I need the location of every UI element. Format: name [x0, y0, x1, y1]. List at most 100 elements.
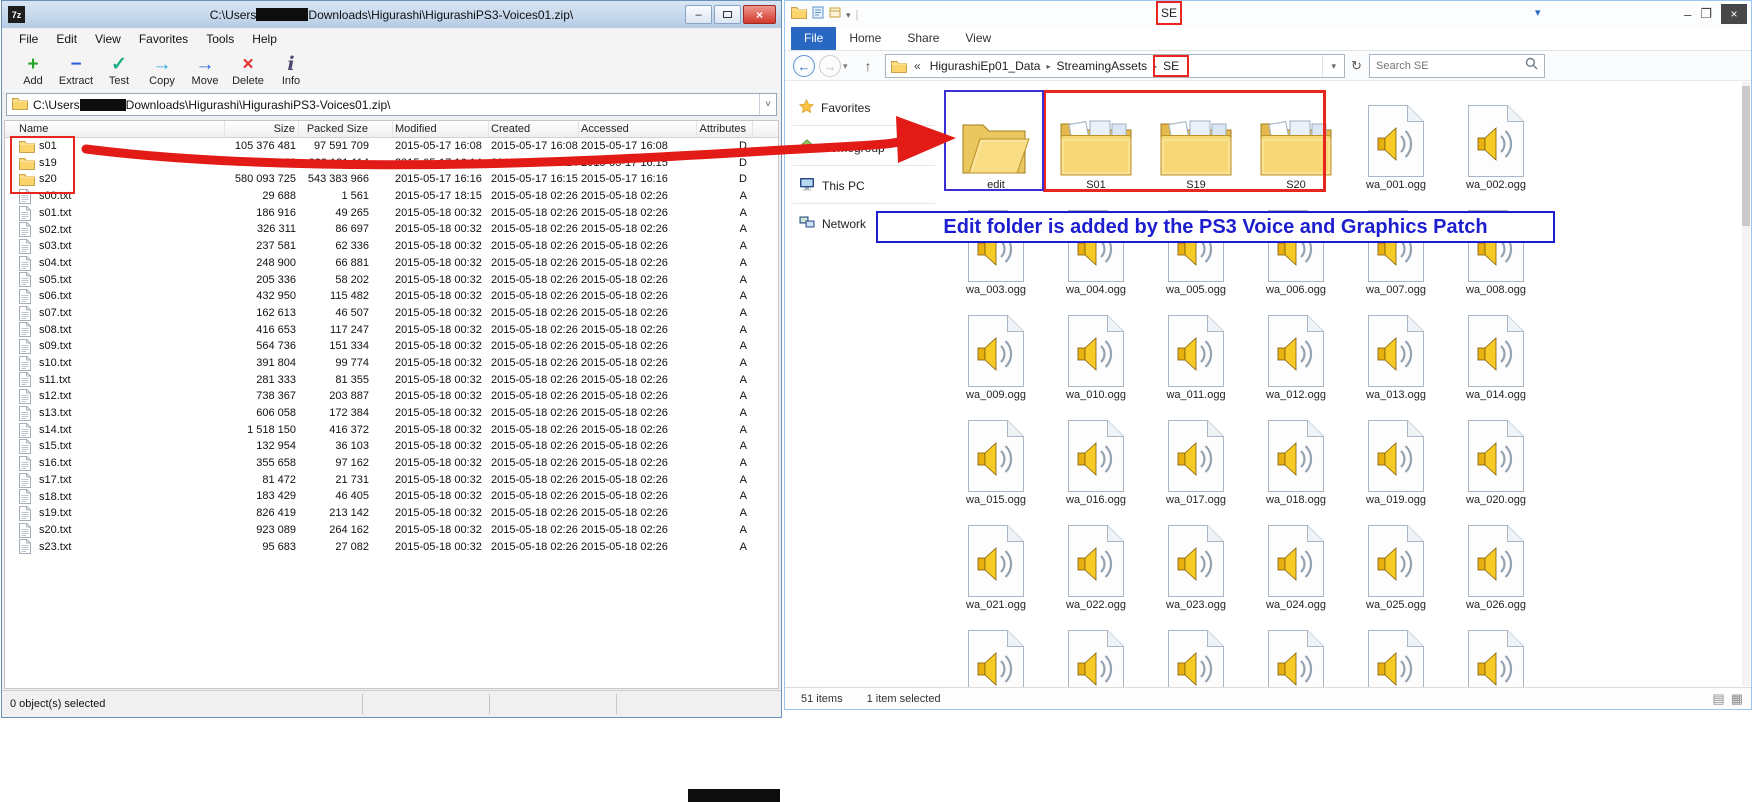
archive-row[interactable]: s11.txt281 33381 3552015-05-18 00:322015…	[5, 372, 778, 389]
archive-row[interactable]: s02.txt326 31186 6972015-05-18 00:322015…	[5, 221, 778, 238]
file-item-wa-001-ogg[interactable]: wa_001.ogg	[1346, 93, 1446, 198]
tab-view[interactable]: View	[952, 27, 1004, 50]
column-header-name[interactable]: Name	[5, 121, 225, 137]
quick-access-icon[interactable]	[812, 6, 824, 24]
breadcrumb-overflow-icon[interactable]: «	[914, 59, 921, 73]
file-item[interactable]	[1146, 618, 1246, 687]
breadcrumb-item-se[interactable]: SE	[1157, 59, 1185, 73]
breadcrumb-item-higurashiep01-data[interactable]: HigurashiEp01_Data	[924, 59, 1047, 73]
archive-row[interactable]: s09.txt564 736151 3342015-05-18 00:32201…	[5, 338, 778, 355]
file-item[interactable]	[1346, 618, 1446, 687]
toolbar-add-button[interactable]: +Add	[14, 54, 52, 87]
menu-item-view[interactable]: View	[86, 29, 130, 49]
quick-access-dropdown-icon[interactable]: ▾	[846, 10, 851, 21]
archive-row[interactable]: s10.txt391 80499 7742015-05-18 00:322015…	[5, 355, 778, 372]
file-item-wa-025-ogg[interactable]: wa_025.ogg	[1346, 513, 1446, 618]
menu-item-file[interactable]: File	[10, 29, 47, 49]
toolbar-test-button[interactable]: ✓Test	[100, 54, 138, 87]
file-item-wa-002-ogg[interactable]: wa_002.ogg	[1446, 93, 1546, 198]
file-item-wa-009-ogg[interactable]: wa_009.ogg	[946, 303, 1046, 408]
archive-row[interactable]: s01105 376 48197 591 7092015-05-17 16:08…	[5, 138, 778, 155]
archive-row[interactable]: s04.txt248 90066 8812015-05-18 00:322015…	[5, 255, 778, 272]
file-item-wa-014-ogg[interactable]: wa_014.ogg	[1446, 303, 1546, 408]
archive-row[interactable]: s20580 093 725543 383 9662015-05-17 16:1…	[5, 171, 778, 188]
maximize-button[interactable]	[714, 5, 741, 24]
archive-row[interactable]: s00.txt29 6881 5612015-05-17 18:152015-0…	[5, 188, 778, 205]
archive-row[interactable]: s05.txt205 33658 2022015-05-18 00:322015…	[5, 272, 778, 289]
archive-row[interactable]: s19412 392 153383 121 1142015-05-17 16:1…	[5, 155, 778, 172]
minimize-button[interactable]: –	[685, 5, 712, 24]
file-item-wa-012-ogg[interactable]: wa_012.ogg	[1246, 303, 1346, 408]
file-item-wa-004-ogg[interactable]: wa_004.ogg	[1046, 198, 1146, 303]
toolbar-info-button[interactable]: iInfo	[272, 54, 310, 87]
file-item-wa-013-ogg[interactable]: wa_013.ogg	[1346, 303, 1446, 408]
menu-item-edit[interactable]: Edit	[47, 29, 86, 49]
file-item-wa-015-ogg[interactable]: wa_015.ogg	[946, 408, 1046, 513]
file-item-wa-022-ogg[interactable]: wa_022.ogg	[1046, 513, 1146, 618]
maximize-button[interactable]: ❐	[1700, 6, 1712, 22]
minimize-button[interactable]: –	[1684, 7, 1691, 22]
close-button[interactable]: ×	[743, 5, 776, 24]
refresh-button[interactable]: ↻	[1351, 58, 1362, 74]
sidebar-item-network[interactable]: Network	[799, 215, 866, 232]
toolbar-extract-button[interactable]: −Extract	[57, 54, 95, 87]
search-input[interactable]	[1376, 60, 1525, 72]
file-item-wa-020-ogg[interactable]: wa_020.ogg	[1446, 408, 1546, 513]
up-button[interactable]: ↑	[857, 55, 879, 77]
archive-row[interactable]: s06.txt432 950115 4822015-05-18 00:32201…	[5, 288, 778, 305]
file-item-wa-026-ogg[interactable]: wa_026.ogg	[1446, 513, 1546, 618]
breadcrumb-dropdown-icon[interactable]: ▾	[1322, 55, 1344, 77]
forward-button[interactable]: →	[819, 55, 841, 77]
breadcrumb-item-streamingassets[interactable]: StreamingAssets	[1050, 59, 1153, 73]
column-header-modified[interactable]: Modified	[393, 121, 489, 137]
column-header-accessed[interactable]: Accessed	[579, 121, 697, 137]
file-item-wa-023-ogg[interactable]: wa_023.ogg	[1146, 513, 1246, 618]
sidebar-item-this-pc[interactable]: This PC	[799, 177, 865, 194]
toolbar-delete-button[interactable]: ×Delete	[229, 54, 267, 87]
file-item-wa-017-ogg[interactable]: wa_017.ogg	[1146, 408, 1246, 513]
file-item-wa-021-ogg[interactable]: wa_021.ogg	[946, 513, 1046, 618]
ribbon-expand-icon[interactable]: ▾	[1535, 6, 1541, 19]
file-item-wa-007-ogg[interactable]: wa_007.ogg	[1346, 198, 1446, 303]
archive-row[interactable]: s15.txt132 95436 1032015-05-18 00:322015…	[5, 438, 778, 455]
archive-row[interactable]: s12.txt738 367203 8872015-05-18 00:32201…	[5, 388, 778, 405]
file-item[interactable]	[946, 618, 1046, 687]
sidebar-item-favorites[interactable]: Favorites	[799, 99, 870, 116]
explorer-titlebar[interactable]: ▾ | SE – ❐ ×	[785, 1, 1751, 27]
toolbar-copy-button[interactable]: →Copy	[143, 54, 181, 87]
file-item-wa-018-ogg[interactable]: wa_018.ogg	[1246, 408, 1346, 513]
archive-row[interactable]: s07.txt162 61346 5072015-05-18 00:322015…	[5, 305, 778, 322]
7zip-address-bar[interactable]: C:\UsersDownloads\Higurashi\HigurashiPS3…	[6, 93, 777, 116]
archive-row[interactable]: s14.txt1 518 150416 3722015-05-18 00:322…	[5, 422, 778, 439]
tab-file[interactable]: File	[791, 27, 836, 50]
toolbar-move-button[interactable]: →Move	[186, 54, 224, 87]
folder-item-edit[interactable]: edit	[946, 93, 1046, 198]
address-dropdown-icon[interactable]: ˅	[759, 94, 776, 115]
file-item-wa-006-ogg[interactable]: wa_006.ogg	[1246, 198, 1346, 303]
file-item-wa-005-ogg[interactable]: wa_005.ogg	[1146, 198, 1246, 303]
history-dropdown-icon[interactable]: ▾	[843, 61, 848, 72]
folder-item-s19[interactable]: S19	[1146, 93, 1246, 198]
address-breadcrumb-bar[interactable]: «HigurashiEp01_Data▸StreamingAssets▸SE▾	[885, 54, 1345, 78]
archive-row[interactable]: s18.txt183 42946 4052015-05-18 00:322015…	[5, 488, 778, 505]
file-item-wa-024-ogg[interactable]: wa_024.ogg	[1246, 513, 1346, 618]
file-item-wa-003-ogg[interactable]: wa_003.ogg	[946, 198, 1046, 303]
7zip-titlebar[interactable]: 7z C:\UsersDownloads\Higurashi\Higurashi…	[2, 1, 781, 28]
archive-row[interactable]: s08.txt416 653117 2472015-05-18 00:32201…	[5, 322, 778, 339]
archive-row[interactable]: s13.txt606 058172 3842015-05-18 00:32201…	[5, 405, 778, 422]
column-header-created[interactable]: Created	[489, 121, 579, 137]
close-button[interactable]: ×	[1721, 4, 1747, 24]
archive-row[interactable]: s16.txt355 65897 1622015-05-18 00:322015…	[5, 455, 778, 472]
file-item-wa-010-ogg[interactable]: wa_010.ogg	[1046, 303, 1146, 408]
archive-row[interactable]: s17.txt81 47221 7312015-05-18 00:322015-…	[5, 472, 778, 489]
folder-item-s01[interactable]: S01	[1046, 93, 1146, 198]
file-item[interactable]	[1046, 618, 1146, 687]
scrollbar[interactable]	[1742, 82, 1750, 686]
thumbnail-view-button[interactable]: ▦	[1731, 691, 1743, 707]
sidebar-item-homegroup[interactable]: Homegroup	[799, 139, 885, 156]
archive-row[interactable]: s01.txt186 91649 2652015-05-18 00:322015…	[5, 205, 778, 222]
archive-row[interactable]: s23.txt95 68327 0822015-05-18 00:322015-…	[5, 539, 778, 556]
file-item-wa-011-ogg[interactable]: wa_011.ogg	[1146, 303, 1246, 408]
file-item[interactable]	[1446, 618, 1546, 687]
column-header-packed-size[interactable]: Packed Size	[299, 121, 393, 137]
